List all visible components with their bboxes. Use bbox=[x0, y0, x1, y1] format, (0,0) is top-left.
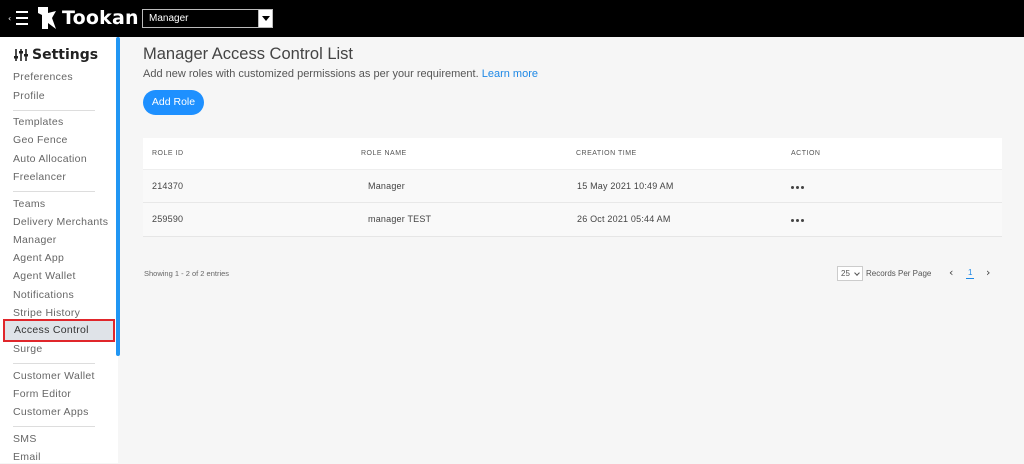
column-header-action: ACTION bbox=[791, 150, 821, 157]
divider bbox=[13, 191, 95, 192]
sidebar-item-label: Access Control bbox=[14, 324, 89, 336]
logo[interactable]: Tookan bbox=[36, 4, 139, 32]
role-select-value: Manager bbox=[149, 13, 189, 24]
column-header-role-name: ROLE NAME bbox=[361, 150, 407, 157]
main-content: Manager Access Control List Add new role… bbox=[120, 37, 1024, 463]
column-header-creation-time: CREATION TIME bbox=[576, 150, 637, 157]
sidebar-item-preferences[interactable]: Preferences bbox=[13, 70, 73, 84]
sidebar-item-auto-allocation[interactable]: Auto Allocation bbox=[13, 152, 87, 166]
top-bar: ‹ Tookan Manager bbox=[0, 0, 1024, 37]
chevron-right-icon[interactable]: › bbox=[986, 266, 990, 279]
add-role-button[interactable]: Add Role bbox=[143, 90, 204, 115]
entries-count: Showing 1 - 2 of 2 entries bbox=[144, 269, 230, 278]
chevron-down-icon bbox=[854, 270, 860, 276]
more-actions-icon[interactable] bbox=[790, 182, 806, 192]
sidebar-item-agent-wallet[interactable]: Agent Wallet bbox=[13, 269, 76, 283]
settings-sidebar: Settings Preferences Profile Templates G… bbox=[0, 37, 118, 463]
sidebar-item-surge[interactable]: Surge bbox=[13, 342, 43, 356]
sidebar-item-customer-apps[interactable]: Customer Apps bbox=[13, 405, 89, 419]
sidebar-item-agent-app[interactable]: Agent App bbox=[13, 251, 64, 265]
cell-role-name: Manager bbox=[368, 181, 405, 191]
roles-table: ROLE ID ROLE NAME CREATION TIME ACTION 2… bbox=[143, 138, 1002, 237]
more-actions-icon[interactable] bbox=[790, 215, 806, 225]
cell-role-name: manager TEST bbox=[368, 214, 432, 224]
cell-role-id: 214370 bbox=[152, 181, 184, 191]
divider bbox=[13, 110, 95, 111]
table-header: ROLE ID ROLE NAME CREATION TIME ACTION bbox=[143, 138, 1002, 170]
sidebar-item-notifications[interactable]: Notifications bbox=[13, 288, 74, 302]
sidebar-item-customer-wallet[interactable]: Customer Wallet bbox=[13, 369, 95, 383]
page-subtitle: Add new roles with customized permission… bbox=[143, 68, 538, 80]
sidebar-item-profile[interactable]: Profile bbox=[13, 89, 45, 103]
sidebar-item-stripe-history[interactable]: Stripe History bbox=[13, 306, 80, 320]
cell-creation-time: 26 Oct 2021 05:44 AM bbox=[577, 214, 671, 224]
page-number[interactable]: 1 bbox=[966, 268, 975, 279]
column-header-role-id: ROLE ID bbox=[152, 150, 184, 157]
per-page-value: 25 bbox=[841, 269, 850, 278]
sidebar-item-teams[interactable]: Teams bbox=[13, 197, 45, 211]
logo-text: Tookan bbox=[62, 7, 139, 29]
sidebar-item-email[interactable]: Email bbox=[13, 450, 41, 464]
sidebar-item-form-editor[interactable]: Form Editor bbox=[13, 387, 71, 401]
chevron-left-icon[interactable]: ‹ bbox=[949, 266, 953, 279]
sliders-icon bbox=[14, 49, 28, 61]
role-select[interactable]: Manager bbox=[142, 9, 273, 28]
sidebar-item-delivery-merchants[interactable]: Delivery Merchants bbox=[13, 215, 108, 229]
records-per-page-label: Records Per Page bbox=[866, 269, 932, 278]
divider bbox=[13, 363, 95, 364]
cell-creation-time: 15 May 2021 10:49 AM bbox=[577, 181, 674, 191]
sidebar-item-sms[interactable]: SMS bbox=[13, 432, 37, 446]
records-per-page-select[interactable]: 25 bbox=[837, 266, 863, 281]
table-row[interactable]: 259590 manager TEST 26 Oct 2021 05:44 AM bbox=[143, 203, 1002, 236]
chevron-down-icon[interactable] bbox=[258, 10, 272, 27]
sidebar-item-freelancer[interactable]: Freelancer bbox=[13, 170, 66, 184]
settings-title-text: Settings bbox=[32, 47, 99, 63]
sidebar-item-manager[interactable]: Manager bbox=[13, 233, 57, 247]
cell-role-id: 259590 bbox=[152, 214, 184, 224]
table-row[interactable]: 214370 Manager 15 May 2021 10:49 AM bbox=[143, 170, 1002, 203]
sidebar-item-access-control[interactable]: Access Control bbox=[3, 319, 115, 342]
page-title: Manager Access Control List bbox=[143, 45, 354, 63]
menu-icon[interactable]: ‹ bbox=[8, 11, 28, 25]
sidebar-item-geo-fence[interactable]: Geo Fence bbox=[13, 133, 68, 147]
tookan-logo-icon bbox=[38, 7, 56, 29]
sidebar-item-templates[interactable]: Templates bbox=[13, 115, 64, 129]
subtitle-text: Add new roles with customized permission… bbox=[143, 68, 479, 80]
settings-title: Settings bbox=[13, 46, 98, 64]
divider bbox=[13, 426, 95, 427]
learn-more-link[interactable]: Learn more bbox=[482, 68, 538, 80]
